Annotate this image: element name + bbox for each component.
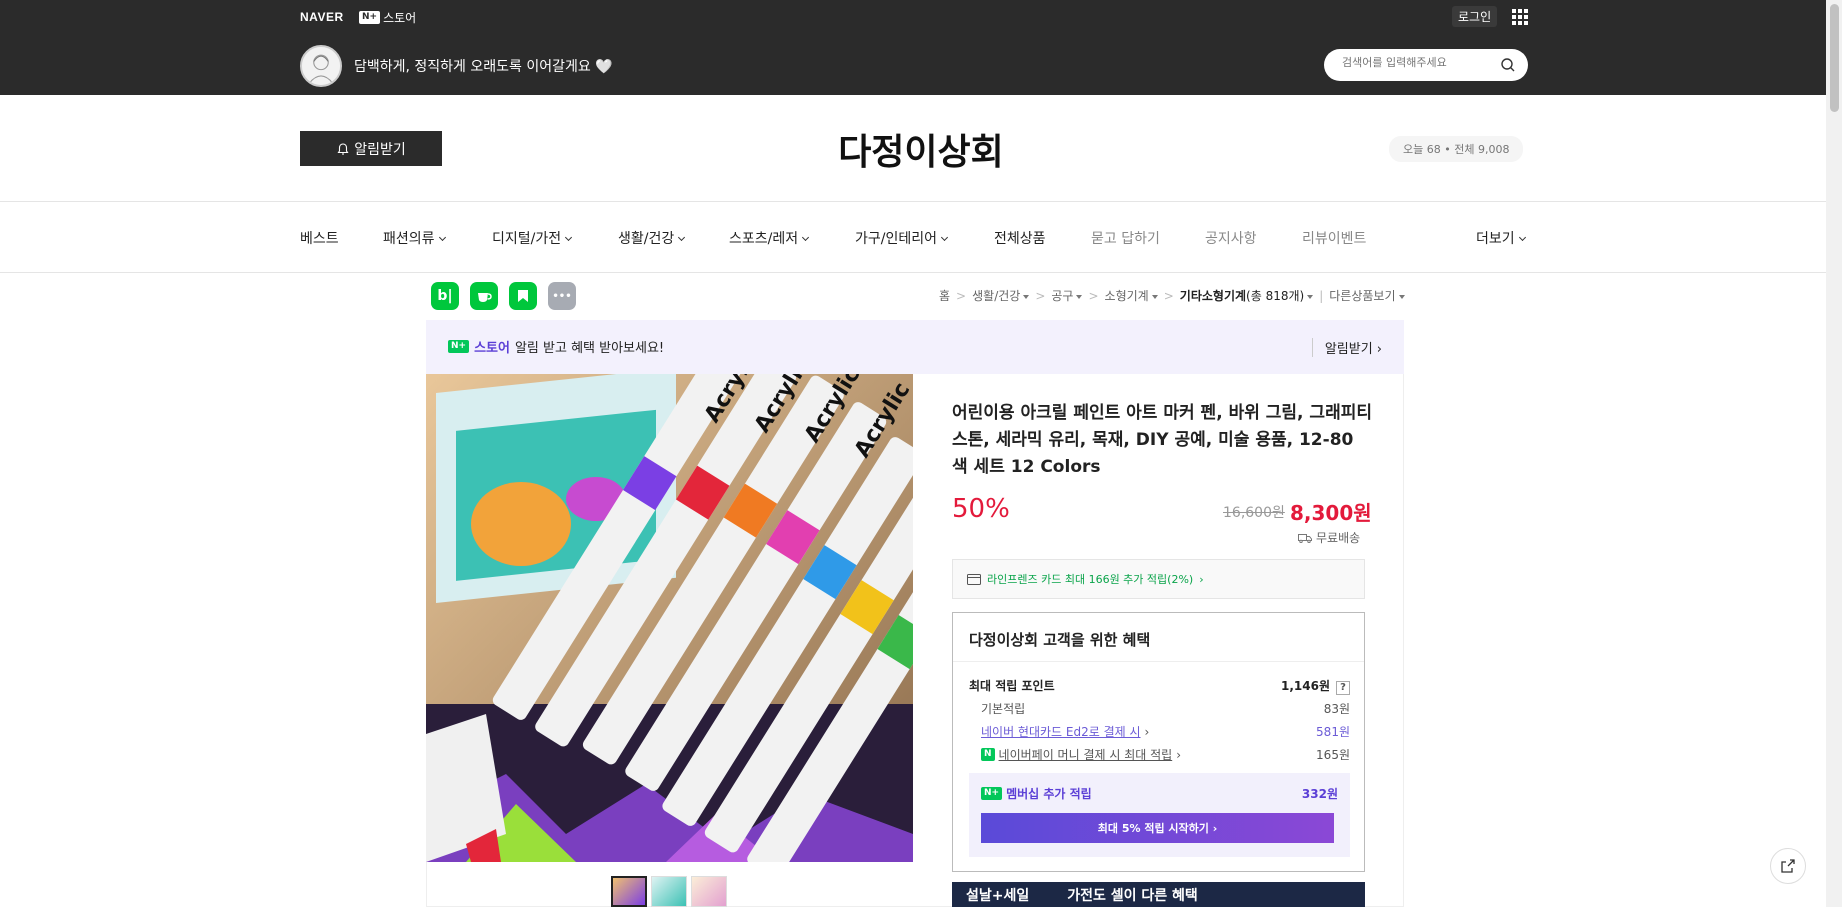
app-grid-icon[interactable] [1512, 9, 1528, 25]
naver-plus-badge: N+ [359, 11, 381, 24]
breadcrumb: 홈 > 생활/건강 > 공구 > 소형기계 > 기타소형기계(총 818개) |… [939, 287, 1405, 304]
chevron-right-icon: › [1199, 572, 1204, 586]
thumbnail-3[interactable] [691, 876, 727, 907]
visit-counter: 오늘 68 • 전체 9,008 [1389, 136, 1524, 162]
chevron-down-icon [940, 233, 949, 242]
nav-item-digital[interactable]: 디지털/가전 [492, 228, 573, 248]
promo-alert-link[interactable]: 알림받기 › [1311, 338, 1382, 357]
shipping-label: 무료배송 [1316, 531, 1361, 545]
triangle-down-icon [1398, 294, 1405, 299]
benefit-box: 다정이상회 고객을 위한 혜택 최대 적립 포인트 1,146원? 기본적립 8… [952, 612, 1365, 872]
store-slogan: 담백하게, 정직하게 오래도록 이어갈게요 🤍 [354, 59, 613, 75]
max-points-value: 1,146원 [1281, 679, 1330, 693]
breadcrumb-cat1[interactable]: 생활/건강 [972, 287, 1030, 304]
np-store-label: 스토어 [474, 341, 510, 356]
nav-item-notice[interactable]: 공지사항 [1205, 228, 1257, 248]
login-button[interactable]: 로그인 [1452, 6, 1498, 27]
chevron-down-icon [438, 233, 446, 242]
nav-item-furniture[interactable]: 가구/인테리어 [855, 228, 949, 248]
chevron-down-icon [678, 233, 686, 242]
triangle-down-icon [1023, 294, 1030, 299]
nav-item-living[interactable]: 생활/건강 [618, 228, 686, 248]
product-main-image[interactable]: Acrylic Acrylic Acrylic Acrylic [426, 374, 913, 862]
divider [953, 661, 1364, 662]
thumbnail-2[interactable] [651, 876, 687, 907]
promo-message: N+ 스토어 알림 받고 혜택 받아보세요! [448, 337, 664, 356]
more-icon[interactable]: ••• [548, 282, 576, 310]
triangle-down-icon [1076, 294, 1083, 299]
top-bar: NAVER N+ 스토어 로그인 담백하게, 정직하게 오래도록 이어갈게요 🤍 [0, 0, 1842, 95]
nav-item-review-event[interactable]: 리뷰이벤트 [1302, 228, 1366, 248]
points-row-npay[interactable]: N 네이버페이 머니 결제 시 최대 적립 › 165원 [969, 746, 1350, 763]
page-scrollbar[interactable] [1826, 0, 1842, 907]
search-box[interactable] [1324, 49, 1528, 81]
store-title[interactable]: 다정이상회 [0, 123, 1842, 175]
nav-item-fashion[interactable]: 패션의류 [383, 228, 446, 248]
membership-value: 332원 [1301, 787, 1338, 801]
card-benefit-text: 라인프렌즈 카드 최대 166원 추가 적립(2%) [987, 573, 1194, 586]
product-thumbnails [611, 876, 727, 907]
bookmark-icon[interactable] [509, 282, 537, 310]
truck-icon [1298, 533, 1312, 543]
original-price: 16,600원 [1223, 505, 1285, 521]
nav-item-sports[interactable]: 스포츠/레저 [729, 228, 810, 248]
triangle-down-icon [1151, 294, 1158, 299]
category-nav: 베스트 패션의류 디지털/가전 생활/건강 스포츠/레저 가구/인테리어 전체상… [0, 202, 1842, 273]
nav-item-best[interactable]: 베스트 [300, 228, 339, 248]
nav-item-qna[interactable]: 묻고 답하기 [1091, 228, 1160, 248]
chevron-down-icon [565, 233, 573, 242]
discount-rate: 50% [952, 494, 1010, 524]
credit-card-icon [967, 573, 981, 585]
scrollbar-thumb[interactable] [1830, 4, 1839, 112]
breadcrumb-cat2[interactable]: 공구 [1051, 287, 1083, 304]
store-promo-bar: N+ 스토어 알림 받고 혜택 받아보세요! 알림받기 › [426, 320, 1404, 374]
store-header: 알림받기 다정이상회 오늘 68 • 전체 9,008 [0, 95, 1842, 202]
card-benefit-link[interactable]: 라인프렌즈 카드 최대 166원 추가 적립(2%) › [952, 559, 1365, 599]
npay-icon: N [981, 748, 995, 761]
help-icon[interactable]: ? [1336, 681, 1350, 695]
naver-plus-badge: N+ [981, 787, 1003, 800]
points-row-card[interactable]: 네이버 현대카드 Ed2로 결제 시 › 581원 [969, 723, 1350, 740]
triangle-down-icon [1307, 294, 1314, 299]
np-store-label: 스토어 [383, 11, 417, 25]
naver-logo[interactable]: NAVER [300, 10, 344, 24]
thumbnail-1[interactable] [611, 876, 647, 907]
naver-plus-store-link[interactable]: N+ 스토어 [359, 9, 416, 26]
share-icon [1781, 859, 1795, 873]
naver-plus-badge: N+ [448, 340, 470, 353]
breadcrumb-cat4[interactable]: 기타소형기계(총 818개) [1180, 287, 1314, 304]
breadcrumb-home[interactable]: 홈 [939, 287, 950, 304]
share-button[interactable] [1770, 848, 1806, 884]
chevron-right-icon: › [1144, 724, 1150, 739]
promo-text: 알림 받고 혜택 받아보세요! [514, 341, 665, 356]
blog-icon[interactable]: b| [431, 282, 459, 310]
chevron-right-icon: › [1176, 747, 1181, 762]
chevron-down-icon [802, 233, 810, 242]
breadcrumb-cat3[interactable]: 소형기계 [1105, 287, 1158, 304]
sale-banner[interactable]: 설날+세일 가전도 셀이 다른 혜택 [952, 882, 1365, 907]
breadcrumb-other-products[interactable]: 다른상품보기 [1329, 287, 1405, 304]
search-icon[interactable] [1500, 57, 1516, 73]
product-title: 어린이용 아크릴 페인트 아트 마커 펜, 바위 그림, 그래피티 스톤, 세라… [952, 403, 1372, 477]
cafe-icon[interactable] [470, 282, 498, 310]
nav-item-all-products[interactable]: 전체상품 [994, 228, 1046, 248]
points-row-basic: 기본적립 83원 [981, 702, 1350, 716]
shipping-info: 무료배송 [1298, 529, 1360, 546]
membership-row: N+ 멤버십 추가 적립 332원 [981, 785, 1338, 802]
store-profile-avatar[interactable] [300, 45, 342, 87]
chevron-down-icon [1518, 233, 1526, 242]
nav-more[interactable]: 더보기 [1476, 228, 1526, 248]
membership-panel: N+ 멤버십 추가 적립 332원 최대 5% 적립 시작하기 › [969, 773, 1350, 857]
benefit-title: 다정이상회 고객을 위한 혜택 [969, 631, 1151, 649]
membership-start-button[interactable]: 최대 5% 적립 시작하기 › [981, 813, 1334, 843]
share-icons: b| ••• [431, 282, 576, 310]
search-input[interactable] [1342, 56, 1492, 69]
sale-price: 8,300원 [1290, 501, 1372, 525]
chevron-right-icon: › [1376, 342, 1382, 357]
max-points-row: 최대 적립 포인트 1,146원? [969, 677, 1350, 695]
